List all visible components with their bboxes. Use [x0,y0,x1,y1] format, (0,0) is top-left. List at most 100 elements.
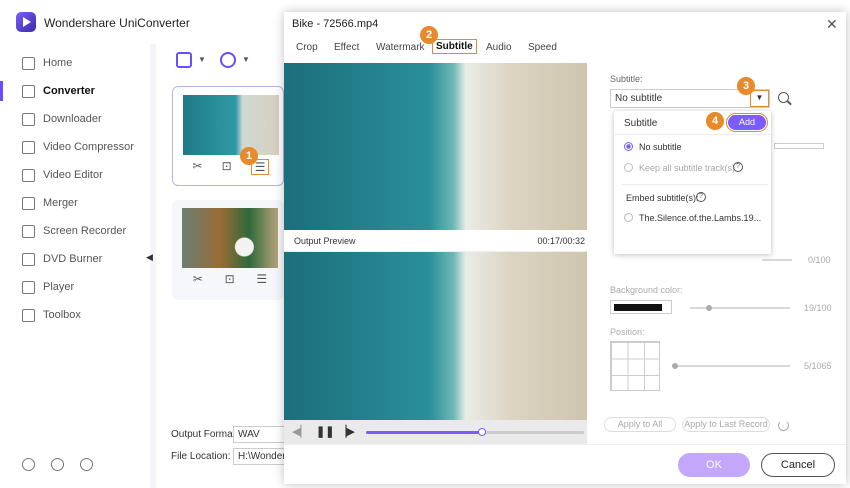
step-badge-3: 3 [737,77,755,95]
merge-icon [22,196,35,210]
output-video-preview [284,252,587,420]
tab-audio[interactable]: Audio [486,42,512,53]
add-file-icon[interactable] [176,52,192,68]
video-thumbnail[interactable] [182,208,278,268]
position-slider[interactable] [674,365,790,367]
progress-knob[interactable] [477,428,486,436]
help-icon[interactable]: ? [696,192,706,202]
sidebar-item-toolbox[interactable]: Toolbox [0,302,150,328]
sidebar-item-screen-recorder[interactable]: Screen Recorder [0,218,150,244]
radio-no-subtitle[interactable] [624,142,633,151]
sidebar-item-label: Home [43,57,73,69]
compress-icon [22,140,35,154]
position-grid[interactable] [610,341,660,391]
card-tools: ✂ ⊡ ☰ [182,272,278,286]
chevron-down-icon[interactable]: ▼ [242,55,250,64]
scissors-icon [22,168,35,182]
progress-slider[interactable] [366,428,584,436]
font-select[interactable] [774,143,824,149]
slider-knob[interactable] [706,305,712,311]
sidebar-item-downloader[interactable]: Downloader [0,106,150,132]
tab-speed[interactable]: Speed [528,42,557,53]
grid-icon [22,308,35,322]
output-preview-label: Output Preview [294,236,356,246]
sidebar-item-video-editor[interactable]: Video Editor [0,162,150,188]
video-card-1[interactable]: ✂ ⊡ ☰ [172,86,284,186]
opacity-slider[interactable] [762,259,792,261]
add-media-icon[interactable] [220,52,236,68]
sidebar-item-label: Screen Recorder [43,225,127,237]
step-badge-1: 1 [240,147,258,165]
converter-icon [22,84,35,98]
play-icon [22,280,35,294]
sidebar-item-label: Toolbox [43,309,81,321]
background-opacity-value: 19/100 [804,303,832,313]
app-title: Wondershare UniConverter [44,16,190,30]
sidebar-item-video-compressor[interactable]: Video Compressor [0,134,150,160]
subtitle-label: Subtitle: [610,74,643,84]
next-frame-icon[interactable]: ▕▶ [338,425,355,438]
refresh-icon[interactable] [778,420,789,431]
output-format-label: Output Format: [171,429,239,440]
home-icon [22,56,35,70]
background-color-picker[interactable] [610,300,672,314]
position-label: Position: [610,327,645,337]
tab-effect[interactable]: Effect [334,42,359,53]
download-icon [22,112,35,126]
trim-icon[interactable]: ✂ [193,159,203,175]
pause-icon[interactable]: ❚❚ [316,425,334,438]
step-badge-4: 4 [706,112,724,130]
option-keep-all[interactable]: Keep all subtitle track(s) [639,163,735,173]
background-opacity-slider[interactable] [690,307,790,309]
add-subtitle-button[interactable]: Add [726,113,768,132]
sidebar-item-home[interactable]: Home [0,50,150,76]
option-no-subtitle[interactable]: No subtitle [639,142,682,152]
sidebar-item-label: DVD Burner [43,253,103,265]
slider-knob[interactable] [672,363,678,369]
subtitle-dropdown: Subtitle Add No subtitle Keep all subtit… [614,111,771,254]
tab-watermark[interactable]: Watermark [376,42,425,53]
collapse-sidebar-icon[interactable]: ◀ [146,252,153,263]
chevron-down-icon[interactable]: ▼ [198,55,206,64]
close-icon[interactable]: ✕ [826,16,838,33]
sidebar-item-converter[interactable]: Converter [0,78,150,104]
progress-fill [366,431,482,434]
feedback-icon[interactable] [80,458,93,471]
sidebar-item-merger[interactable]: Merger [0,190,150,216]
sidebar-item-label: Merger [43,197,78,209]
dropdown-header: Subtitle Add [614,111,771,135]
notification-icon[interactable] [51,458,64,471]
app-logo-icon [16,12,36,32]
video-thumbnail[interactable] [183,95,279,155]
tab-subtitle[interactable]: Subtitle [432,39,477,54]
card-tools: ✂ ⊡ ☰ [183,159,279,175]
radio-keep-all[interactable] [624,163,633,172]
help-icon[interactable]: ? [733,162,743,172]
chevron-down-icon[interactable]: ▼ [750,90,769,107]
sidebar-item-dvd-burner[interactable]: DVD Burner [0,246,150,272]
radio-embed-file[interactable] [624,213,633,222]
ok-button[interactable]: OK [678,453,750,477]
embed-file-option[interactable]: The.Silence.of.the.Lambs.19... [639,213,761,223]
previous-frame-icon[interactable]: ◀▏ [292,425,309,438]
opacity-value: 0/100 [808,255,831,265]
help-icon[interactable] [22,458,35,471]
output-format-select[interactable]: WAV [233,426,285,443]
crop-icon[interactable]: ⊡ [225,272,235,286]
sidebar: Home Converter Downloader Video Compress… [0,44,150,488]
crop-icon[interactable]: ⊡ [222,159,232,175]
apply-to-all-button[interactable]: Apply to All [604,417,676,432]
sidebar-item-label: Downloader [43,113,102,125]
sidebar-footer [22,458,93,471]
apply-to-last-record-button[interactable]: Apply to Last Record [682,417,770,432]
tab-crop[interactable]: Crop [296,42,318,53]
sidebar-item-player[interactable]: Player [0,274,150,300]
file-location-field[interactable]: H:\Wondersh [233,448,285,465]
trim-icon[interactable]: ✂ [193,272,203,286]
video-card-2[interactable]: ✂ ⊡ ☰ [172,200,284,300]
search-icon[interactable] [778,92,789,103]
sidebar-item-label: Converter [43,85,95,97]
effects-icon[interactable]: ☰ [256,272,267,286]
background-color-label: Background color: [610,285,683,295]
cancel-button[interactable]: Cancel [761,453,835,477]
